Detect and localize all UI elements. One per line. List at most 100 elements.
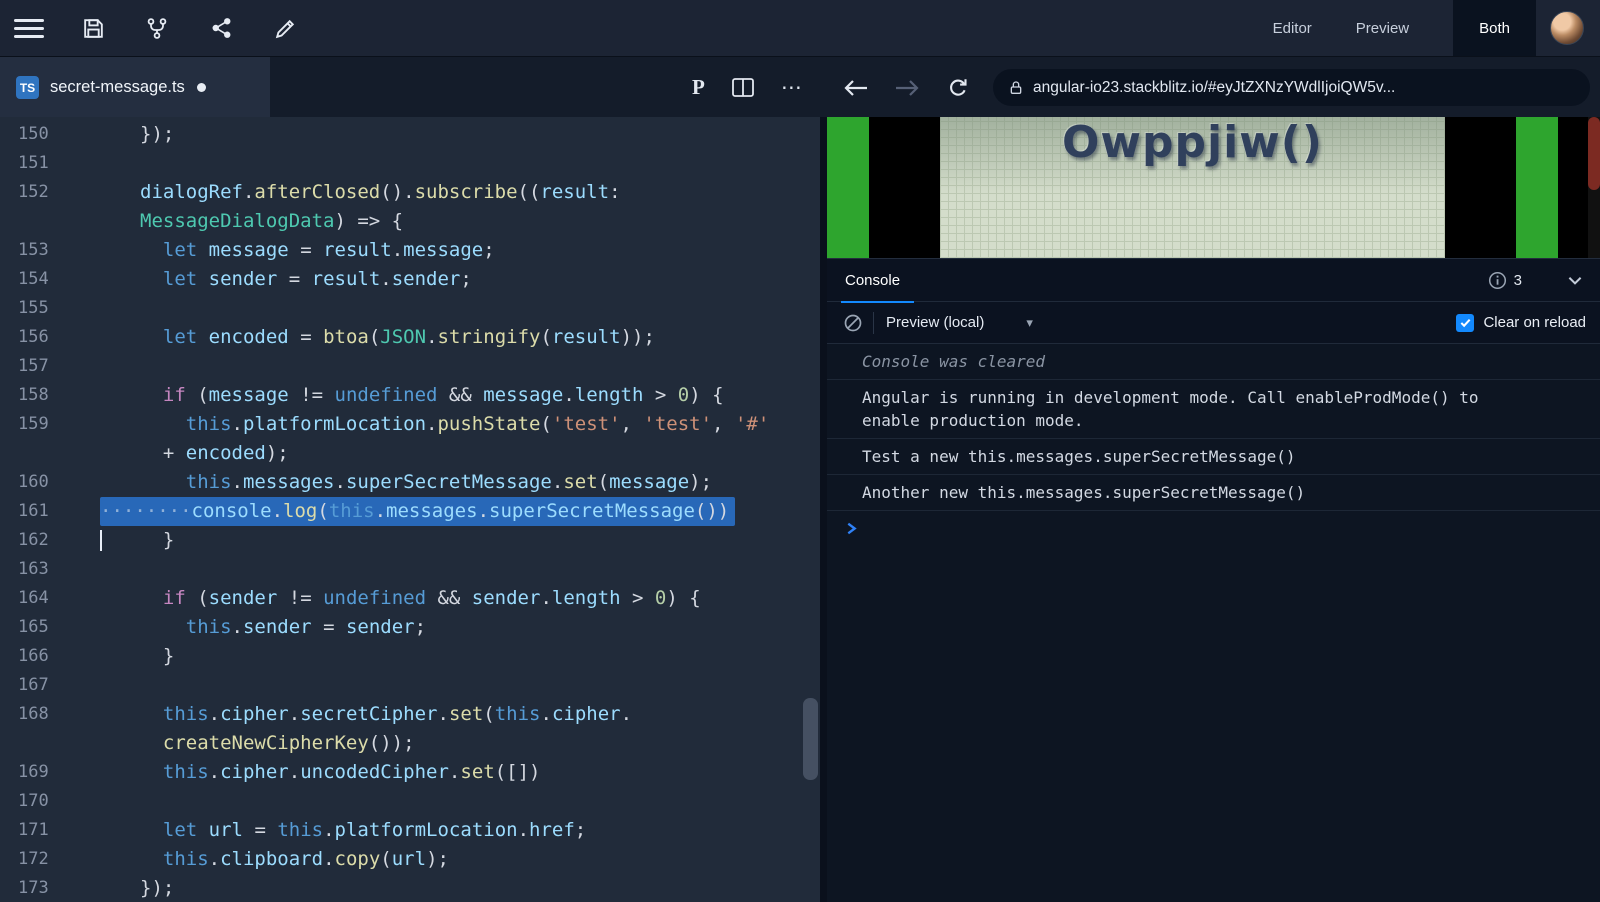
code-row[interactable]: 169 this.cipher.uncodedCipher.set([]) — [0, 758, 820, 787]
console-row: Test a new this.messages.superSecretMess… — [827, 439, 1600, 475]
code-line-content: let url = this.platformLocation.href; — [100, 816, 820, 845]
back-button[interactable] — [842, 76, 869, 100]
line-number[interactable]: 168 — [0, 700, 100, 729]
clear-console-button[interactable] — [843, 313, 863, 333]
preview-scrollbar[interactable] — [1588, 117, 1600, 258]
line-number[interactable] — [0, 729, 100, 758]
code-row[interactable]: 163 — [0, 555, 820, 584]
line-number[interactable]: 163 — [0, 555, 100, 584]
url-bar[interactable]: angular-io23.stackblitz.io/#eyJtZXNzYWdl… — [993, 69, 1590, 106]
line-number[interactable]: 159 — [0, 410, 100, 439]
prettier-button[interactable]: P — [692, 75, 705, 100]
code-line-content — [100, 294, 820, 323]
split-columns-icon — [732, 78, 754, 97]
view-mode-both[interactable]: Both — [1453, 0, 1536, 56]
code-row[interactable]: createNewCipherKey()); — [0, 729, 820, 758]
line-number[interactable]: 157 — [0, 352, 100, 381]
code-row[interactable]: 160 this.messages.superSecretMessage.set… — [0, 468, 820, 497]
line-number[interactable]: 155 — [0, 294, 100, 323]
preview-scrollbar-thumb[interactable] — [1588, 117, 1600, 190]
code-row[interactable]: 170 — [0, 787, 820, 816]
code-row[interactable]: 173}); — [0, 874, 820, 902]
share-icon — [210, 16, 233, 40]
preview-green-bar-right — [1516, 117, 1558, 258]
line-number[interactable]: 152 — [0, 178, 100, 207]
tab-secret-message[interactable]: TS secret-message.ts — [0, 57, 270, 118]
edit-button[interactable] — [268, 11, 302, 45]
code-editor[interactable]: 150});151152dialogRef.afterClosed().subs… — [0, 117, 820, 902]
code-row[interactable]: 162 } — [0, 526, 820, 555]
code-row[interactable]: 155 — [0, 294, 820, 323]
save-button[interactable] — [76, 11, 110, 45]
console-input-row[interactable] — [827, 511, 1600, 546]
code-row[interactable]: 159 this.platformLocation.pushState('tes… — [0, 410, 820, 439]
code-row[interactable]: + encoded); — [0, 439, 820, 468]
line-number[interactable]: 165 — [0, 613, 100, 642]
code-row[interactable]: 154 let sender = result.sender; — [0, 265, 820, 294]
line-number[interactable]: 166 — [0, 642, 100, 671]
arrow-right-icon — [894, 76, 921, 100]
line-number[interactable]: 158 — [0, 381, 100, 410]
code-row[interactable]: 157 — [0, 352, 820, 381]
code-row[interactable]: 172 this.clipboard.copy(url); — [0, 845, 820, 874]
info-icon — [1488, 271, 1507, 290]
menu-button[interactable] — [12, 11, 46, 45]
line-number[interactable]: 170 — [0, 787, 100, 816]
refresh-button[interactable] — [946, 76, 970, 100]
console-collapse-button[interactable] — [1566, 271, 1584, 289]
code-row[interactable]: 166 } — [0, 642, 820, 671]
code-line-content: this.platformLocation.pushState('test', … — [100, 410, 820, 439]
line-number[interactable]: 164 — [0, 584, 100, 613]
code-row[interactable]: 168 this.cipher.secretCipher.set(this.ci… — [0, 700, 820, 729]
preview-heading: Owppjiw() — [1062, 117, 1323, 168]
line-number[interactable]: 169 — [0, 758, 100, 787]
split-editor-button[interactable] — [732, 78, 754, 97]
forward-button[interactable] — [894, 76, 921, 100]
line-number[interactable]: 167 — [0, 671, 100, 700]
chevron-down-icon — [1566, 271, 1584, 289]
line-number[interactable]: 154 — [0, 265, 100, 294]
editor-scrollbar[interactable] — [803, 698, 818, 780]
line-number[interactable]: 160 — [0, 468, 100, 497]
save-icon — [81, 16, 106, 41]
line-number[interactable]: 161 — [0, 497, 100, 526]
line-number[interactable]: 172 — [0, 845, 100, 874]
console-tab[interactable]: Console — [845, 258, 900, 302]
code-row[interactable]: 164 if (sender != undefined && sender.le… — [0, 584, 820, 613]
console-header: Console 3 — [827, 258, 1600, 302]
code-row[interactable]: 158 if (message != undefined && message.… — [0, 381, 820, 410]
code-row[interactable]: 161········console.log(this.messages.sup… — [0, 497, 820, 526]
line-number[interactable]: 150 — [0, 120, 100, 149]
console-row: Console was cleared — [827, 344, 1600, 380]
code-row[interactable]: 150}); — [0, 120, 820, 149]
code-row[interactable]: 165 this.sender = sender; — [0, 613, 820, 642]
view-mode-editor[interactable]: Editor — [1273, 20, 1312, 37]
line-number[interactable]: 162 — [0, 526, 100, 555]
dropdown-caret-icon[interactable]: ▾ — [1026, 315, 1033, 331]
code-row[interactable]: 152dialogRef.afterClosed().subscribe((re… — [0, 178, 820, 207]
console-context-dropdown[interactable]: Preview (local) — [886, 314, 984, 331]
avatar[interactable] — [1550, 11, 1584, 45]
clear-on-reload-label[interactable]: Clear on reload — [1483, 314, 1586, 331]
line-number[interactable] — [0, 439, 100, 468]
line-number[interactable] — [0, 207, 100, 236]
code-row[interactable]: MessageDialogData) => { — [0, 207, 820, 236]
code-row[interactable]: 153 let message = result.message; — [0, 236, 820, 265]
view-mode-preview[interactable]: Preview — [1356, 20, 1409, 37]
code-row[interactable]: 151 — [0, 149, 820, 178]
app-preview: Owppjiw() — [827, 117, 1600, 258]
line-number[interactable]: 173 — [0, 874, 100, 902]
pane-divider[interactable] — [820, 117, 827, 902]
code-row[interactable]: 171 let url = this.platformLocation.href… — [0, 816, 820, 845]
clear-on-reload-checkbox[interactable] — [1456, 314, 1474, 332]
more-options-button[interactable]: ⋯ — [781, 75, 803, 100]
url-text: angular-io23.stackblitz.io/#eyJtZXNzYWdl… — [1033, 79, 1395, 97]
code-row[interactable]: 167 — [0, 671, 820, 700]
fork-button[interactable] — [140, 11, 174, 45]
line-number[interactable]: 171 — [0, 816, 100, 845]
share-button[interactable] — [204, 11, 238, 45]
line-number[interactable]: 153 — [0, 236, 100, 265]
line-number[interactable]: 156 — [0, 323, 100, 352]
line-number[interactable]: 151 — [0, 149, 100, 178]
code-row[interactable]: 156 let encoded = btoa(JSON.stringify(re… — [0, 323, 820, 352]
